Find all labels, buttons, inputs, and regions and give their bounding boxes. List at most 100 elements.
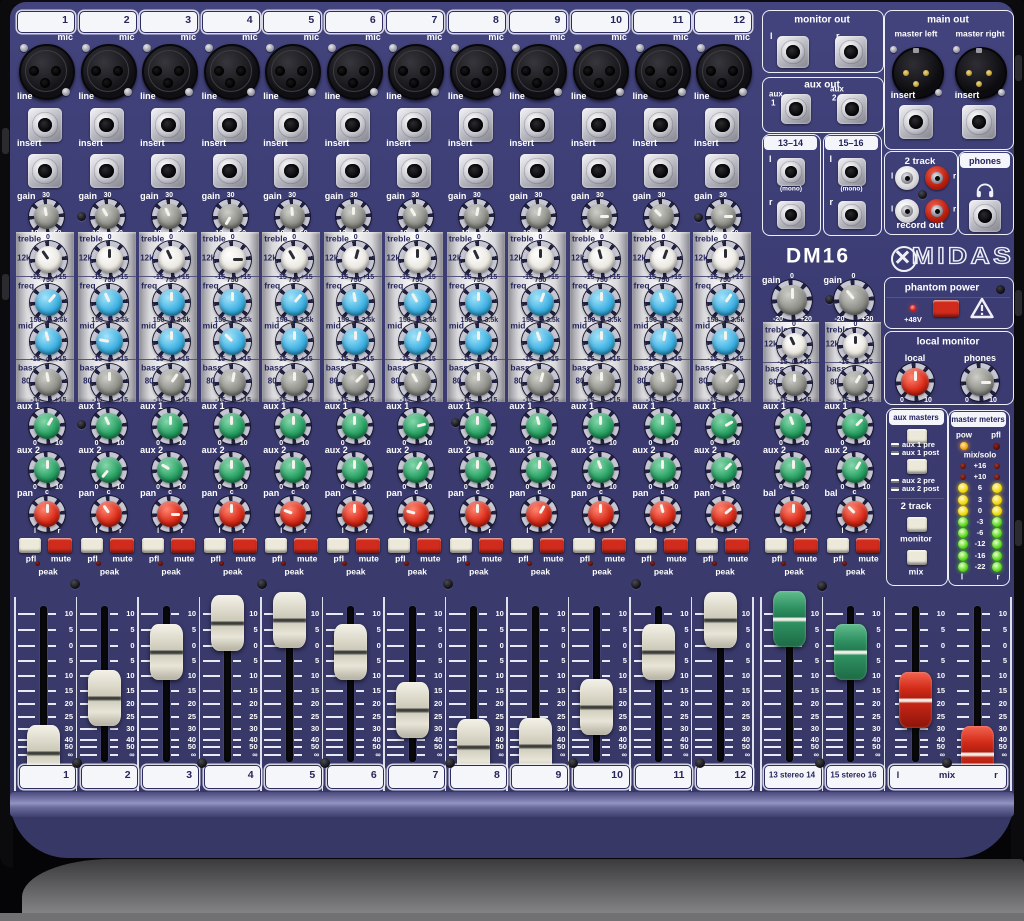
ch12-pfl-button[interactable] <box>696 538 718 553</box>
ch12-mute-button[interactable] <box>725 538 749 553</box>
ch3-pan-knob[interactable] <box>152 496 188 532</box>
ch8-mute-button[interactable] <box>479 538 503 553</box>
ch10-pfl-button[interactable] <box>573 538 595 553</box>
st13-14-aux2-knob[interactable] <box>775 452 811 488</box>
ch7-bass-knob[interactable] <box>399 364 436 401</box>
st13-14-bass-knob[interactable] <box>777 366 812 401</box>
st15-16-bass-knob[interactable] <box>838 366 873 401</box>
ch3-gain-knob[interactable] <box>152 199 187 234</box>
ch3-treble-knob[interactable] <box>153 241 190 278</box>
ch12-aux2-knob[interactable] <box>706 452 742 488</box>
ch11-pfl-button[interactable] <box>635 538 657 553</box>
mix-fader-left[interactable] <box>899 672 932 728</box>
ch7-treble-knob[interactable] <box>399 241 436 278</box>
ch11-fader[interactable] <box>642 624 675 680</box>
ch4-fader[interactable] <box>211 595 244 651</box>
ch2-pfl-button[interactable] <box>81 538 103 553</box>
ch5-aux1-knob[interactable] <box>275 408 311 444</box>
st15-16-treble-knob[interactable] <box>838 328 873 363</box>
st15-16-aux2-knob[interactable] <box>837 452 873 488</box>
ch3-fader[interactable] <box>150 624 183 680</box>
ch9-pfl-button[interactable] <box>511 538 533 553</box>
ch7-pfl-button[interactable] <box>388 538 410 553</box>
ch3-mid-knob[interactable] <box>153 323 190 360</box>
ch4-pan-knob[interactable] <box>214 496 250 532</box>
ch5-mid-knob[interactable] <box>276 323 313 360</box>
ch7-fader[interactable] <box>396 682 429 738</box>
ch1-aux1-knob[interactable] <box>29 408 65 444</box>
ch11-bass-knob[interactable] <box>645 364 682 401</box>
ch8-pan-knob[interactable] <box>460 496 496 532</box>
ch10-mid-knob[interactable] <box>583 323 620 360</box>
aux2-master-button[interactable] <box>907 459 927 474</box>
ch5-bass-knob[interactable] <box>276 364 313 401</box>
st13-14-mute-button[interactable] <box>794 538 818 553</box>
st13-14-treble-knob[interactable] <box>777 328 812 363</box>
ch12-gain-knob[interactable] <box>706 199 741 234</box>
ch4-mid-knob[interactable] <box>214 323 251 360</box>
ch11-gain-knob[interactable] <box>644 199 679 234</box>
ch2-mute-button[interactable] <box>110 538 134 553</box>
ch1-pfl-button[interactable] <box>19 538 41 553</box>
st13-14-pfl-button[interactable] <box>765 538 787 553</box>
ch2-pan-knob[interactable] <box>91 496 127 532</box>
ch8-mid-knob[interactable] <box>460 323 497 360</box>
ch6-aux1-knob[interactable] <box>337 408 373 444</box>
ch7-mute-button[interactable] <box>417 538 441 553</box>
ch10-fader[interactable] <box>580 679 613 735</box>
ch11-mid-knob[interactable] <box>645 323 682 360</box>
ch1-bass-knob[interactable] <box>30 364 67 401</box>
two-track-mix-button[interactable] <box>907 550 927 565</box>
st13-14-gain-knob[interactable] <box>772 280 812 320</box>
ch5-pfl-button[interactable] <box>265 538 287 553</box>
stereo-fader-13-14[interactable] <box>773 591 806 647</box>
ch5-fader[interactable] <box>273 592 306 648</box>
ch2-bass-knob[interactable] <box>91 364 128 401</box>
ch5-treble-knob[interactable] <box>276 241 313 278</box>
ch11-treble-knob[interactable] <box>645 241 682 278</box>
ch8-aux2-knob[interactable] <box>460 452 496 488</box>
ch12-fader[interactable] <box>704 592 737 648</box>
st15-16-mute-button[interactable] <box>856 538 880 553</box>
ch4-mute-button[interactable] <box>233 538 257 553</box>
ch4-treble-knob[interactable] <box>214 241 251 278</box>
ch5-aux2-knob[interactable] <box>275 452 311 488</box>
ch12-mid-knob[interactable] <box>707 323 744 360</box>
ch8-gain-knob[interactable] <box>459 199 494 234</box>
ch4-aux1-knob[interactable] <box>214 408 250 444</box>
ch1-mute-button[interactable] <box>48 538 72 553</box>
ch10-bass-knob[interactable] <box>583 364 620 401</box>
ch2-fader[interactable] <box>88 670 121 726</box>
ch6-aux2-knob[interactable] <box>337 452 373 488</box>
ch10-treble-knob[interactable] <box>583 241 620 278</box>
ch10-aux1-knob[interactable] <box>583 408 619 444</box>
ch6-treble-knob[interactable] <box>337 241 374 278</box>
st15-16-gain-knob[interactable] <box>834 280 874 320</box>
ch10-mute-button[interactable] <box>602 538 626 553</box>
ch3-mute-button[interactable] <box>171 538 195 553</box>
ch3-bass-knob[interactable] <box>153 364 190 401</box>
ch11-pan-knob[interactable] <box>645 496 681 532</box>
ch1-aux2-knob[interactable] <box>29 452 65 488</box>
ch2-mid-knob[interactable] <box>91 323 128 360</box>
ch10-pan-knob[interactable] <box>583 496 619 532</box>
ch1-treble-knob[interactable] <box>30 241 67 278</box>
st13-14-bal-knob[interactable] <box>775 496 811 532</box>
ch11-mute-button[interactable] <box>664 538 688 553</box>
ch2-gain-knob[interactable] <box>90 199 125 234</box>
ch2-treble-knob[interactable] <box>91 241 128 278</box>
ch6-mute-button[interactable] <box>356 538 380 553</box>
ch9-aux2-knob[interactable] <box>521 452 557 488</box>
ch6-mid-knob[interactable] <box>337 323 374 360</box>
ch5-pan-knob[interactable] <box>275 496 311 532</box>
ch8-aux1-knob[interactable] <box>460 408 496 444</box>
ch6-pfl-button[interactable] <box>327 538 349 553</box>
ch8-treble-knob[interactable] <box>460 241 497 278</box>
ch11-aux2-knob[interactable] <box>645 452 681 488</box>
ch8-bass-knob[interactable] <box>460 364 497 401</box>
ch9-gain-knob[interactable] <box>521 199 556 234</box>
ch10-aux2-knob[interactable] <box>583 452 619 488</box>
ch11-aux1-knob[interactable] <box>645 408 681 444</box>
ch2-aux2-knob[interactable] <box>91 452 127 488</box>
ch2-aux1-knob[interactable] <box>91 408 127 444</box>
